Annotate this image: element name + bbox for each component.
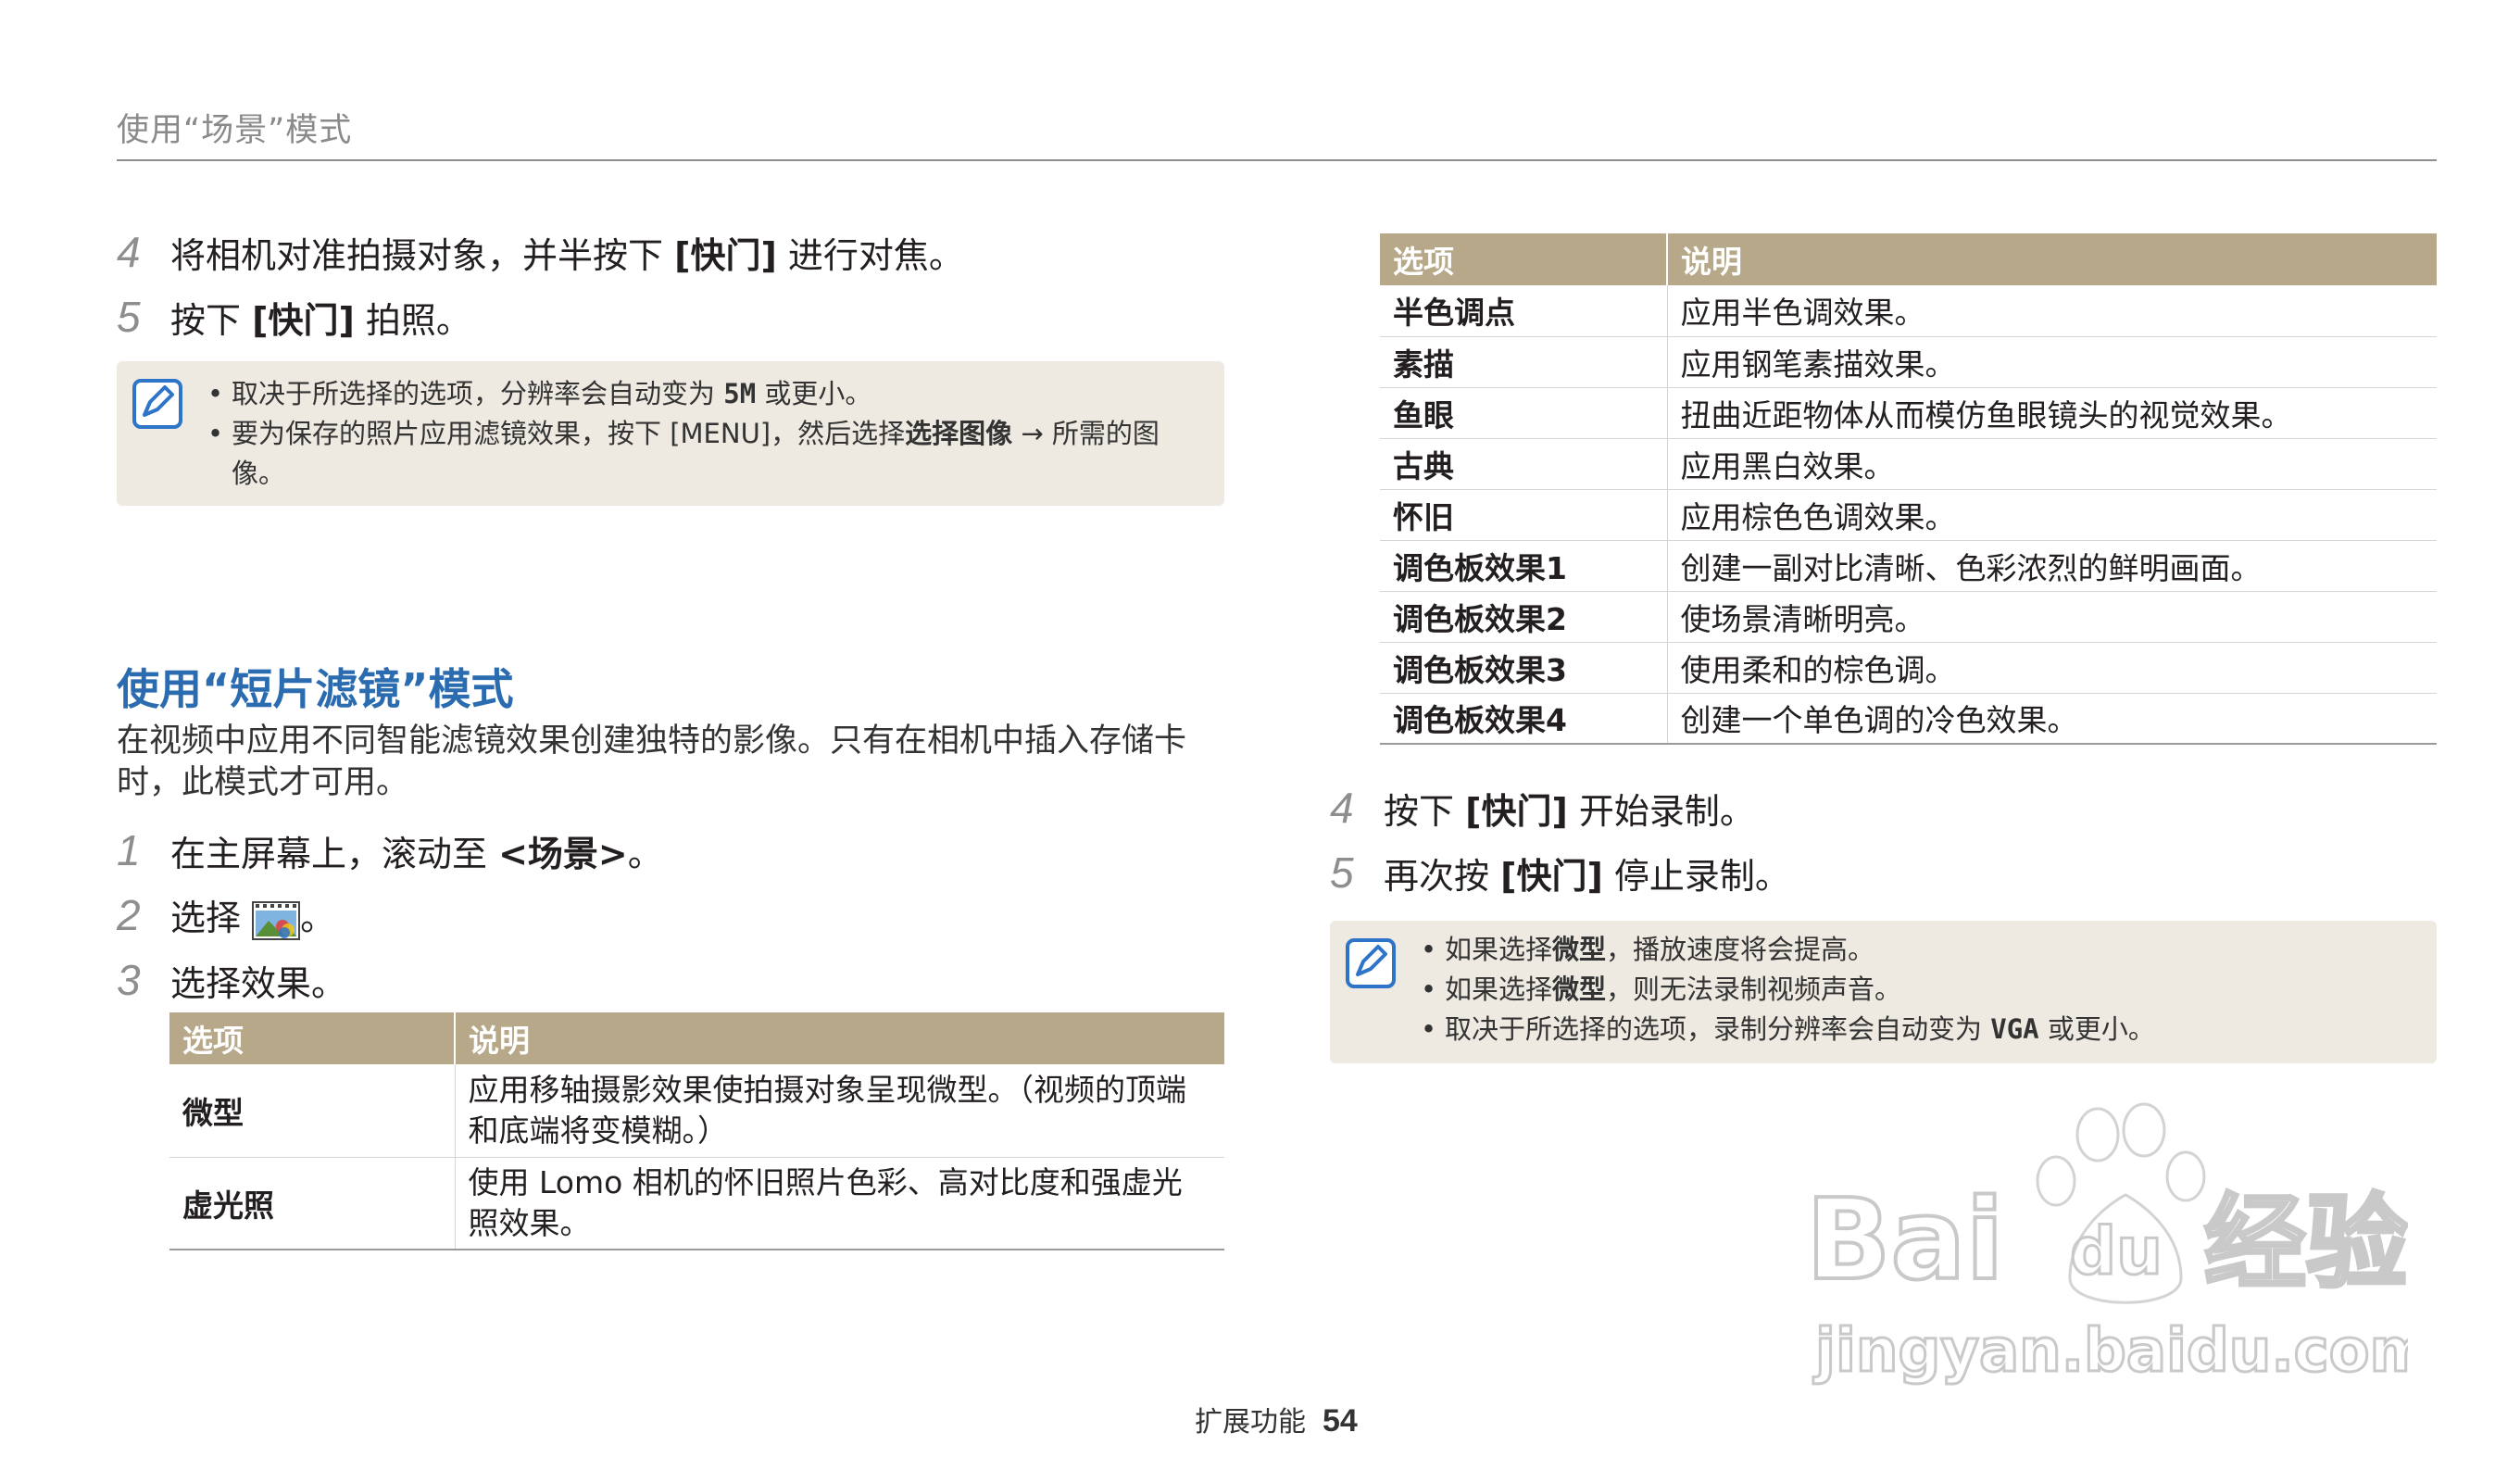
desc-cell: 扭曲近距物体从而模仿鱼眼镜头的视觉效果。 (1666, 387, 2437, 439)
watermark-brand: Bai (1806, 1176, 2004, 1305)
step-1: 1 在主屏幕上，滚动至 <场景>。 (117, 823, 663, 878)
option-cell: 怀旧 (1380, 489, 1667, 541)
table-row: 鱼眼 扭曲近距物体从而模仿鱼眼镜头的视觉效果。 (1380, 387, 2437, 439)
note-item: 要为保存的照片应用滤镜效果，按下 [MENU]，然后选择选择图像 → 所需的图像… (207, 414, 1197, 494)
resolution-vga-icon: VGA (1990, 1013, 2039, 1045)
table-row: 虚光照 使用 Lomo 相机的怀旧照片色彩、高对比度和强虚光照效果。 (169, 1157, 1224, 1250)
step-text: 选择效果。 (170, 962, 347, 1004)
step-5-stop: 5 再次按 [快门] 停止录制。 (1330, 845, 1790, 900)
note-pencil-icon (132, 379, 182, 429)
step-number: 1 (117, 826, 141, 874)
table-row: 调色板效果1 创建一副对比清晰、色彩浓烈的鲜明画面。 (1380, 540, 2437, 592)
table-header-row: 选项 说明 (169, 1012, 1224, 1064)
step-text: 选择 。 (170, 889, 335, 941)
note-box: 取决于所选择的选项，分辨率会自动变为 5M 或更小。 要为保存的照片应用滤镜效果… (117, 361, 1224, 506)
step-number: 3 (117, 956, 141, 1004)
section-intro: 在视频中应用不同智能滤镜效果创建独特的影像。只有在相机中插入存储卡时，此模式才可… (117, 722, 1187, 801)
step-5-shoot: 5 按下 [快门] 拍照。 (117, 289, 471, 345)
desc-cell: 应用移轴摄影效果使拍摄对象呈现微型。（视频的顶端和底端将变模糊。） (454, 1064, 1224, 1158)
step-number: 5 (117, 293, 141, 341)
option-cell: 鱼眼 (1380, 387, 1667, 439)
option-cell: 半色调点 (1380, 285, 1667, 337)
page-header: 使用“场景”模式 (117, 104, 2437, 161)
desc-cell: 应用钢笔素描效果。 (1666, 336, 2437, 388)
step-number: 4 (117, 228, 141, 276)
table-row: 半色调点 应用半色调效果。 (1380, 285, 2437, 337)
desc-cell: 使用 Lomo 相机的怀旧照片色彩、高对比度和强虚光照效果。 (454, 1157, 1224, 1250)
filter-options-table-left: 选项 说明 微型 应用移轴摄影效果使拍摄对象呈现微型。（视频的顶端和底端将变模糊… (169, 1012, 1224, 1250)
step-text: 在主屏幕上，滚动至 <场景>。 (170, 833, 663, 874)
step-2: 2 选择 。 (117, 887, 335, 943)
filter-options-table-right: 选项 说明 半色调点 应用半色调效果。 素描 应用钢笔素描效果。 鱼眼 扭曲近距物体从… (1380, 233, 2437, 745)
table-header-option: 选项 (169, 1012, 455, 1064)
desc-cell: 创建一副对比清晰、色彩浓烈的鲜明画面。 (1666, 540, 2437, 592)
option-cell: 虚光照 (169, 1157, 455, 1250)
note-box: 如果选择微型，播放速度将会提高。 如果选择微型，则无法录制视频声音。 取决于所选… (1330, 921, 2437, 1063)
table-row: 调色板效果3 使用柔和的棕色调。 (1380, 642, 2437, 694)
note-item: 如果选择微型，则无法录制视频声音。 (1421, 970, 2409, 1010)
table-header-option: 选项 (1380, 233, 1667, 285)
option-cell: 调色板效果2 (1380, 591, 1667, 643)
step-number: 2 (117, 891, 141, 939)
option-cell: 调色板效果1 (1380, 540, 1667, 592)
table-header-desc: 说明 (454, 1012, 1224, 1064)
watermark-brand-2: du (2070, 1213, 2163, 1289)
step-4-focus: 4 将相机对准拍摄对象，并半按下 [快门] 进行对焦。 (117, 224, 964, 280)
step-text: 再次按 [快门] 停止录制。 (1384, 855, 1790, 897)
desc-cell: 创建一个单色调的冷色效果。 (1666, 693, 2437, 745)
desc-cell: 应用黑白效果。 (1666, 438, 2437, 490)
resolution-5m-icon: 5M (723, 378, 757, 409)
footer-label: 扩展功能 (1195, 1406, 1306, 1439)
step-number: 5 (1330, 848, 1354, 897)
desc-cell: 应用半色调效果。 (1666, 285, 2437, 337)
desc-cell: 使用柔和的棕色调。 (1666, 642, 2437, 694)
movie-filter-icon (252, 900, 301, 940)
option-cell: 调色板效果3 (1380, 642, 1667, 694)
baidu-jingyan-watermark: Bai du 经验 jingyan.baidu.com (1806, 1102, 2408, 1388)
step-4-record: 4 按下 [快门] 开始录制。 (1330, 780, 1755, 836)
table-row: 素描 应用钢笔素描效果。 (1380, 336, 2437, 388)
table-row: 古典 应用黑白效果。 (1380, 438, 2437, 490)
page-number: 54 (1323, 1403, 1358, 1439)
note-list: 如果选择微型，播放速度将会提高。 如果选择微型，则无法录制视频声音。 取决于所选… (1421, 930, 2409, 1049)
watermark-url: jingyan.baidu.com (1812, 1317, 2408, 1386)
option-cell: 微型 (169, 1064, 455, 1158)
option-cell: 素描 (1380, 336, 1667, 388)
note-item: 取决于所选择的选项，录制分辨率会自动变为 VGA 或更小。 (1421, 1010, 2409, 1049)
step-text: 按下 [快门] 拍照。 (170, 299, 471, 341)
desc-cell: 使场景清晰明亮。 (1666, 591, 2437, 643)
step-text: 将相机对准拍摄对象，并半按下 [快门] 进行对焦。 (170, 234, 964, 276)
table-row: 怀旧 应用棕色色调效果。 (1380, 489, 2437, 541)
option-cell: 调色板效果4 (1380, 693, 1667, 745)
step-text: 按下 [快门] 开始录制。 (1384, 790, 1755, 832)
step-3: 3 选择效果。 (117, 952, 346, 1008)
desc-cell: 应用棕色色调效果。 (1666, 489, 2437, 541)
note-item: 如果选择微型，播放速度将会提高。 (1421, 930, 2409, 970)
step-number: 4 (1330, 784, 1354, 832)
table-header-desc: 说明 (1666, 233, 2437, 285)
option-cell: 古典 (1380, 438, 1667, 490)
table-row: 调色板效果4 创建一个单色调的冷色效果。 (1380, 693, 2437, 745)
table-header-row: 选项 说明 (1380, 233, 2437, 285)
note-list: 取决于所选择的选项，分辨率会自动变为 5M 或更小。 要为保存的照片应用滤镜效果… (207, 374, 1197, 494)
note-pencil-icon (1346, 938, 1396, 988)
section-title: 使用“短片滤镜”模式 (117, 664, 514, 714)
page-footer: 扩展功能 54 (1195, 1399, 1358, 1439)
note-item: 取决于所选择的选项，分辨率会自动变为 5M 或更小。 (207, 374, 1197, 414)
header-title: 使用“场景”模式 (117, 112, 353, 149)
table-row: 调色板效果2 使场景清晰明亮。 (1380, 591, 2437, 643)
watermark-cn: 经验 (2204, 1184, 2408, 1302)
table-row: 微型 应用移轴摄影效果使拍摄对象呈现微型。（视频的顶端和底端将变模糊。） (169, 1064, 1224, 1158)
